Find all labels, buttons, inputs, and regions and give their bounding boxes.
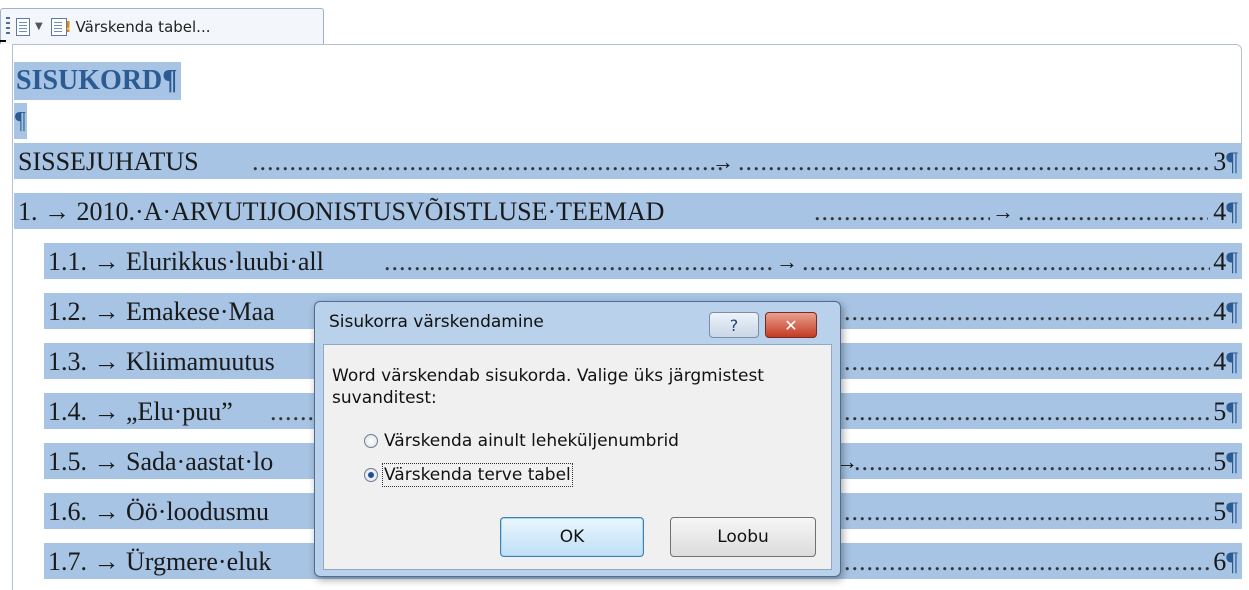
toc-entry[interactable]: SISSEJUHATUS ...........................… bbox=[14, 143, 1242, 179]
toc-heading: SISUKORD¶ bbox=[14, 62, 182, 100]
toc-page-number: 4 bbox=[1213, 197, 1227, 226]
toc-entry-text: 1.7. → Ürgmere·eluk bbox=[48, 547, 272, 576]
toc-entry-page: 3¶ bbox=[1213, 143, 1238, 179]
toc-entry-text: 1.5. → Sada·aastat·lo bbox=[48, 447, 274, 476]
toc-entry-text: 1. → 2010.·A·ARVUTIJOONISTUSVÕISTLUSE·TE… bbox=[18, 197, 665, 226]
toc-leader: ........................................… bbox=[738, 147, 1208, 176]
close-button[interactable]: ✕ bbox=[765, 312, 817, 338]
update-toc-dialog: Sisukorra värskendamine ? ✕ Word värsken… bbox=[314, 301, 841, 577]
dialog-message: Word värskendab sisukorda. Valige üks jä… bbox=[332, 366, 764, 408]
toc-entry-text: 1.1. → Elurikkus·luubi·all bbox=[48, 247, 324, 276]
content-control-frame bbox=[12, 44, 1242, 144]
toc-entry-page: 4¶ bbox=[1213, 193, 1238, 229]
pilcrow-mark: ¶ bbox=[1226, 397, 1238, 426]
content-control-tab: ▼ ! Värskenda tabel... bbox=[0, 8, 324, 44]
pilcrow-mark: ¶ bbox=[1226, 547, 1238, 576]
toc-entry-text: 1.2. → Emakese·Maa bbox=[48, 297, 275, 326]
toc-entry-page: 5¶ bbox=[1213, 393, 1238, 429]
tab-arrow-icon: → bbox=[712, 149, 734, 174]
tab-arrow-icon: → bbox=[992, 199, 1014, 224]
toc-leader: ........................................… bbox=[1018, 197, 1208, 226]
toc-entry-page: 4¶ bbox=[1213, 243, 1238, 279]
dialog-title: Sisukorra värskendamine bbox=[329, 312, 544, 332]
pilcrow-mark: ¶ bbox=[1226, 297, 1238, 326]
toc-page-number: 3 bbox=[1213, 147, 1227, 176]
radio-entire-table[interactable] bbox=[364, 468, 378, 482]
pilcrow-mark: ¶ bbox=[1226, 447, 1238, 476]
toc-leader: ........................................… bbox=[854, 447, 1210, 476]
pilcrow-mark: ¶ bbox=[15, 108, 26, 134]
empty-paragraph: ¶ bbox=[14, 103, 27, 139]
toc-leader: ........................................… bbox=[844, 547, 1210, 576]
toc-page-number: 5 bbox=[1213, 447, 1227, 476]
option-label: Värskenda ainult leheküljenumbrid bbox=[384, 431, 679, 451]
toc-leader: ........................................… bbox=[844, 347, 1210, 376]
pilcrow-mark: ¶ bbox=[1226, 197, 1238, 226]
toc-leader: ........................................… bbox=[844, 397, 1210, 426]
close-icon: ✕ bbox=[784, 316, 798, 335]
pilcrow-mark: ¶ bbox=[162, 65, 178, 96]
pilcrow-mark: ¶ bbox=[1226, 247, 1238, 276]
toc-heading-text: SISUKORD bbox=[16, 65, 163, 96]
content-control-frame-left bbox=[12, 44, 13, 590]
toc-page-number: 4 bbox=[1213, 247, 1227, 276]
text-cursor bbox=[0, 40, 6, 42]
toc-entry-text: SISSEJUHATUS bbox=[18, 147, 199, 176]
help-icon: ? bbox=[729, 316, 739, 335]
toc-entry-text: 1.4. → „Elu·puu” bbox=[48, 397, 233, 426]
toc-entry-page: 4¶ bbox=[1213, 343, 1238, 379]
tab-arrow-icon: → bbox=[776, 249, 798, 274]
toc-entry-page: 5¶ bbox=[1213, 493, 1238, 529]
help-button[interactable]: ? bbox=[709, 312, 759, 338]
dropdown-arrow-icon[interactable]: ▼ bbox=[35, 21, 43, 32]
option-label: Värskenda terve tabel bbox=[382, 463, 573, 487]
update-table-button[interactable]: Värskenda tabel... bbox=[76, 18, 211, 36]
toc-page-number: 6 bbox=[1213, 547, 1227, 576]
toc-leader: ........................................… bbox=[384, 247, 774, 276]
toc-page-number: 4 bbox=[1213, 297, 1227, 326]
toc-page-number: 4 bbox=[1213, 347, 1227, 376]
toc-leader: ........................................… bbox=[844, 497, 1210, 526]
toc-entry-page: 5¶ bbox=[1213, 443, 1238, 479]
radio-page-numbers-only[interactable] bbox=[364, 434, 378, 448]
toc-entry[interactable]: 1.1. → Elurikkus·luubi·all .............… bbox=[44, 243, 1242, 279]
toc-leader: ........................................… bbox=[844, 297, 1210, 326]
pilcrow-mark: ¶ bbox=[1226, 497, 1238, 526]
pilcrow-mark: ¶ bbox=[1226, 147, 1238, 176]
toc-page-number: 5 bbox=[1213, 397, 1227, 426]
toc-entry-text: 1.3. → Kliimamuutus bbox=[48, 347, 275, 376]
option-page-numbers-only[interactable]: Värskenda ainult leheküljenumbrid bbox=[364, 431, 679, 451]
dialog-body: Word värskendab sisukorda. Valige üks jä… bbox=[323, 344, 832, 570]
toc-page-number: 5 bbox=[1213, 497, 1227, 526]
toc-leader: ........................................… bbox=[252, 147, 722, 176]
cancel-button[interactable]: Loobu bbox=[670, 517, 816, 557]
toc-leader: ........................................… bbox=[802, 247, 1210, 276]
toc-entry-page: 4¶ bbox=[1213, 293, 1238, 329]
toc-entry-text: 1.6. → Öö·loodusmu bbox=[48, 497, 269, 526]
ok-button[interactable]: OK bbox=[500, 517, 644, 557]
option-entire-table[interactable]: Värskenda terve tabel bbox=[364, 463, 573, 487]
update-table-icon bbox=[50, 17, 67, 36]
toc-leader: ........................................… bbox=[814, 197, 990, 226]
pilcrow-mark: ¶ bbox=[1226, 347, 1238, 376]
grip-icon[interactable] bbox=[6, 16, 10, 37]
document-options-icon[interactable] bbox=[16, 17, 30, 36]
toc-entry[interactable]: 1. → 2010.·A·ARVUTIJOONISTUSVÕISTLUSE·TE… bbox=[14, 193, 1242, 229]
toc-entry-page: 6¶ bbox=[1213, 543, 1238, 579]
